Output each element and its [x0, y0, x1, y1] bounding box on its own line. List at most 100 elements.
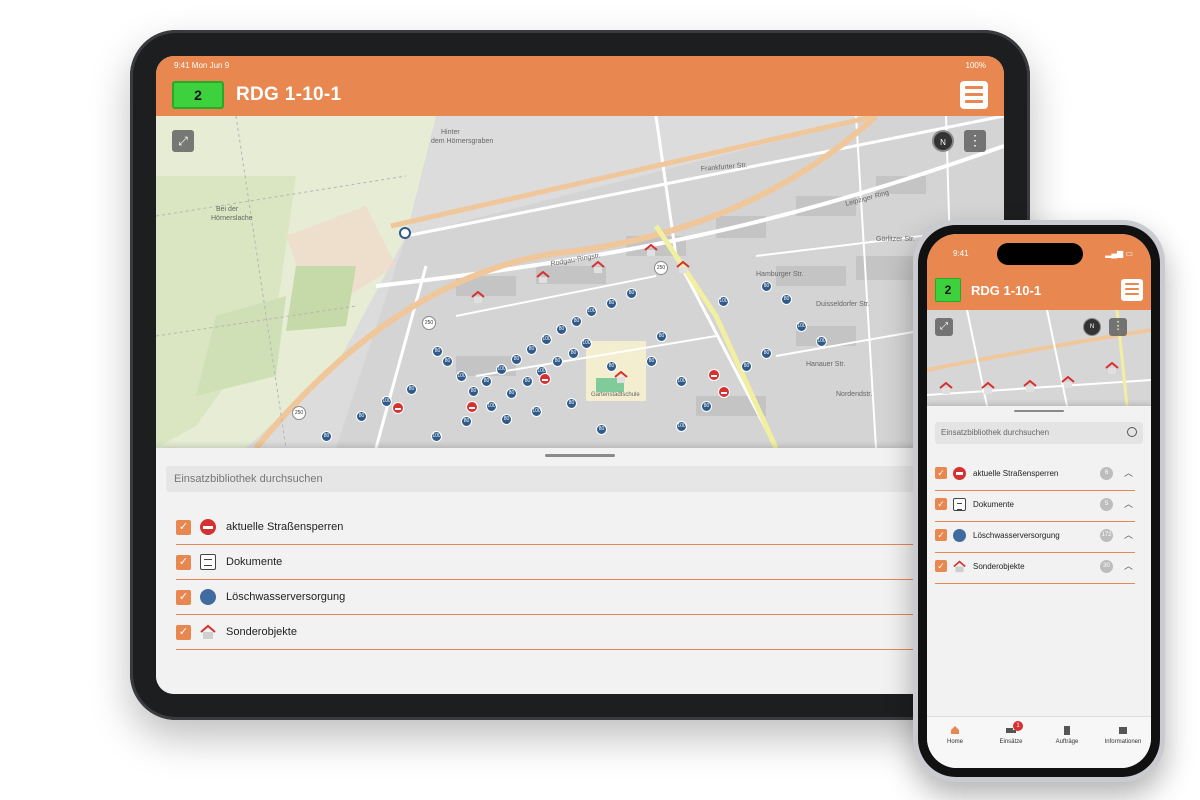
hydrant-marker[interactable]: 80 — [406, 384, 417, 395]
hydrant-marker[interactable]: 80 — [461, 416, 472, 427]
compass-icon[interactable]: N — [932, 130, 954, 152]
house-icon[interactable] — [614, 371, 628, 383]
map-view[interactable]: Hinter dem Hörnersgraben Bei der Hörnersla… — [156, 116, 1004, 448]
checkbox-checked-icon[interactable]: ✓ — [935, 529, 947, 541]
house-icon[interactable] — [676, 261, 690, 273]
hydrant-marker[interactable]: 100 — [431, 431, 442, 442]
compass-icon[interactable]: N — [1083, 318, 1101, 336]
chevron-up-icon[interactable]: ︿ — [1124, 466, 1133, 479]
hydrant-marker[interactable]: 80 — [741, 361, 752, 372]
hydrant-marker[interactable]: 100 — [456, 371, 467, 382]
hydrant-marker[interactable]: 80 — [596, 424, 607, 435]
hydrant-marker[interactable]: 100 — [581, 338, 592, 349]
list-item[interactable]: ✓ aktuelle Straßensperren — [176, 510, 916, 545]
status-badge[interactable]: 2 — [172, 81, 224, 109]
hydrant-marker[interactable]: 100 — [541, 334, 552, 345]
list-item[interactable]: ✓ Dokumente 5 ︿ — [935, 491, 1135, 522]
house-icon[interactable] — [1105, 362, 1119, 374]
hydrant-marker[interactable]: 80 — [552, 356, 563, 367]
hydrant-marker[interactable]: 80 — [568, 348, 579, 359]
drag-handle[interactable] — [545, 454, 615, 457]
hydrant-marker[interactable]: 80 — [556, 324, 567, 335]
list-item[interactable]: ✓ aktuelle Straßensperren 6 ︿ — [935, 460, 1135, 491]
house-icon[interactable] — [1061, 376, 1075, 388]
hydrant-marker[interactable]: 80 — [522, 376, 533, 387]
hydrant-marker[interactable]: 80 — [506, 388, 517, 399]
hydrant-marker[interactable]: 80 — [606, 298, 617, 309]
list-item[interactable]: ✓ Löschwasserversorgung 172 ︿ — [935, 522, 1135, 553]
status-badge[interactable]: 2 — [935, 278, 961, 302]
hydrant-marker[interactable]: 100 — [796, 321, 807, 332]
checkbox-checked-icon[interactable]: ✓ — [176, 625, 191, 640]
list-item[interactable]: ✓ Sonderobjekte — [176, 615, 916, 650]
checkbox-checked-icon[interactable]: ✓ — [176, 520, 191, 535]
house-icon[interactable] — [471, 291, 485, 303]
fullscreen-icon[interactable]: ⤢ — [935, 318, 953, 336]
list-item[interactable]: ✓ Sonderobjekte 30 ︿ — [935, 553, 1135, 584]
hydrant-marker[interactable]: 100 — [381, 396, 392, 407]
house-icon[interactable] — [536, 271, 550, 283]
checkbox-checked-icon[interactable]: ✓ — [935, 498, 947, 510]
hydrant-marker[interactable]: 80 — [781, 294, 792, 305]
hydrant-marker[interactable]: 80 — [646, 356, 657, 367]
chevron-up-icon[interactable]: ︿ — [1124, 559, 1133, 572]
hydrant-marker[interactable]: 80 — [701, 401, 712, 412]
road-closure-marker[interactable] — [708, 369, 720, 381]
hydrant-marker[interactable]: 80 — [501, 414, 512, 425]
hydrant-marker[interactable]: 100 — [496, 364, 507, 375]
hamburger-menu-icon[interactable] — [960, 81, 988, 109]
road-closure-marker[interactable] — [392, 402, 404, 414]
checkbox-checked-icon[interactable]: ✓ — [935, 467, 947, 479]
nav-auftraege[interactable]: Aufträge — [1039, 725, 1095, 745]
hydrant-marker[interactable]: 80 — [481, 376, 492, 387]
road-closure-marker[interactable] — [539, 373, 551, 385]
hydrant-marker[interactable]: 80 — [321, 431, 332, 442]
road-closure-marker[interactable] — [718, 386, 730, 398]
road-closure-marker[interactable] — [466, 401, 478, 413]
checkbox-checked-icon[interactable]: ✓ — [935, 560, 947, 572]
search-input[interactable]: Einsatzbibliothek durchsuchen — [935, 422, 1143, 444]
hydrant-marker[interactable]: 80 — [761, 281, 772, 292]
chevron-up-icon[interactable]: ︿ — [1124, 528, 1133, 541]
hydrant-marker[interactable]: 80 — [571, 316, 582, 327]
list-item[interactable]: ✓ Dokumente — [176, 545, 916, 580]
nav-home[interactable]: Home — [927, 725, 983, 745]
hydrant-marker[interactable]: 80 — [511, 354, 522, 365]
hydrant-marker[interactable]: 80 — [656, 331, 667, 342]
map-view[interactable]: ⤢ N ⋮ — [927, 310, 1151, 406]
house-icon[interactable] — [1023, 380, 1037, 392]
checkbox-checked-icon[interactable]: ✓ — [176, 555, 191, 570]
hydrant-marker[interactable]: 100 — [718, 296, 729, 307]
house-icon[interactable] — [644, 244, 658, 256]
hydrant-marker[interactable]: 80 — [626, 288, 637, 299]
search-input[interactable]: Einsatzbibliothek durchsuchen — [166, 466, 926, 492]
fullscreen-icon[interactable]: ⤢ — [172, 130, 194, 152]
location-pin-icon[interactable] — [399, 227, 411, 239]
hydrant-marker[interactable]: 100 — [486, 401, 497, 412]
drag-handle[interactable] — [1014, 410, 1064, 412]
house-icon[interactable] — [981, 382, 995, 394]
hydrant-marker[interactable]: 80 — [468, 386, 479, 397]
more-options-icon[interactable]: ⋮ — [964, 130, 986, 152]
hydrant-marker[interactable]: 100 — [676, 376, 687, 387]
more-options-icon[interactable]: ⋮ — [1109, 318, 1127, 336]
house-icon[interactable] — [939, 382, 953, 394]
hydrant-marker[interactable]: 100 — [676, 421, 687, 432]
house-icon[interactable] — [591, 261, 605, 273]
hydrant-marker[interactable]: 100 — [531, 406, 542, 417]
search-icon[interactable] — [1127, 427, 1137, 437]
nav-einsaetze[interactable]: 1 Einsätze — [983, 721, 1039, 745]
nav-informationen[interactable]: Informationen — [1095, 725, 1151, 745]
list-item[interactable]: ✓ Löschwasserversorgung — [176, 580, 916, 615]
hydrant-marker[interactable]: 80 — [761, 348, 772, 359]
hydrant-marker[interactable]: 100 — [586, 306, 597, 317]
hydrant-marker[interactable]: 80 — [526, 344, 537, 355]
checkbox-checked-icon[interactable]: ✓ — [176, 590, 191, 605]
hydrant-marker[interactable]: 80 — [432, 346, 443, 357]
hydrant-marker[interactable]: 80 — [566, 398, 577, 409]
hydrant-marker[interactable]: 100 — [816, 336, 827, 347]
hydrant-marker[interactable]: 80 — [442, 356, 453, 367]
chevron-up-icon[interactable]: ︿ — [1124, 497, 1133, 510]
hydrant-marker[interactable]: 80 — [356, 411, 367, 422]
hamburger-menu-icon[interactable] — [1121, 279, 1143, 301]
